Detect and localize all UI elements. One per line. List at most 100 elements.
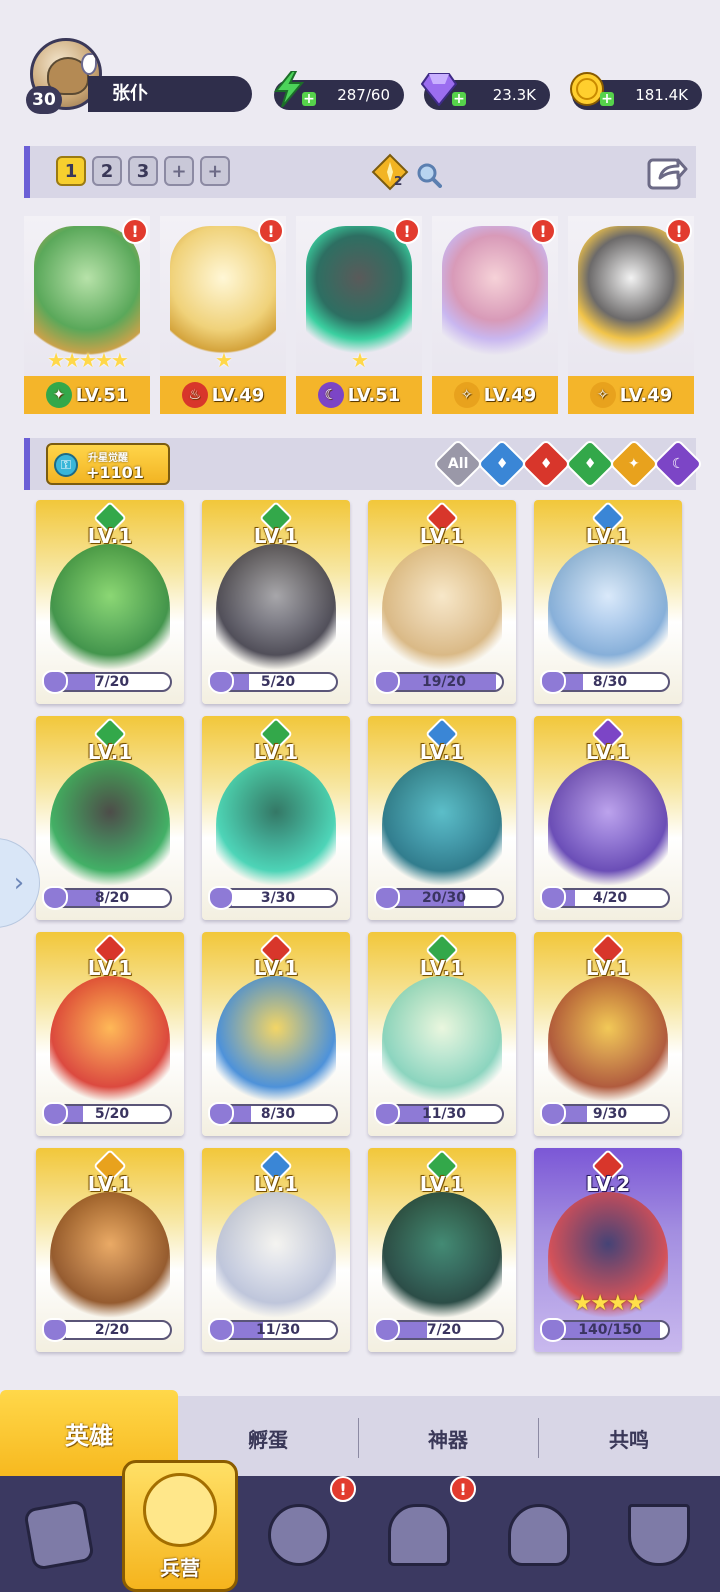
top-bar: 30 张仆 287/60 + 23.3K + 181.4K + [0, 0, 720, 140]
hero-card[interactable]: LV.1 20/30 [368, 716, 516, 920]
hero-portrait [216, 544, 336, 674]
player-name[interactable]: 张仆 [88, 76, 252, 112]
nav-barracks[interactable]: 兵营 [122, 1460, 238, 1592]
team-hero-slot-3[interactable]: ★ ☾ LV.51 [296, 216, 422, 414]
shard-icon [42, 670, 68, 694]
shard-count: 3/30 [260, 890, 296, 906]
tab-hatch[interactable]: 孵蛋 [178, 1418, 358, 1458]
hero-card[interactable]: LV.1 4/20 [534, 716, 682, 920]
hero-card[interactable]: LV.1 9/30 [534, 932, 682, 1136]
hero-portrait [548, 760, 668, 890]
hero-card[interactable]: LV.1 11/30 [368, 932, 516, 1136]
team-hero-slot-1[interactable]: ★★★★★ ✦ LV.51 [24, 216, 150, 414]
shard-count: 140/150 [578, 1322, 642, 1338]
nav-guild[interactable] [494, 1490, 584, 1580]
hero-portrait [216, 760, 336, 890]
shard-count: 5/20 [94, 1106, 130, 1122]
gold-value: 181.4K [635, 86, 688, 104]
hero-card[interactable]: LV.1 5/20 [36, 932, 184, 1136]
hero-card[interactable]: LV.1 8/20 [36, 716, 184, 920]
team-bonus-area[interactable]: 2 [370, 152, 450, 192]
barracks-icon [143, 1473, 217, 1547]
magnifier-icon[interactable] [416, 162, 442, 188]
shard-icon [42, 1102, 68, 1126]
hero-card[interactable]: LV.2 ★★★★ 140/150 [534, 1148, 682, 1352]
team-tab-add-2[interactable]: + [200, 156, 230, 186]
gem-value: 23.3K [492, 86, 536, 104]
hero-portrait [442, 226, 548, 356]
gem-add-button[interactable]: + [452, 92, 466, 106]
awaken-label: 升星觉醒 [88, 453, 128, 464]
team-hero-slot-4[interactable]: ✧ LV.49 [432, 216, 558, 414]
star-awaken-button[interactable]: ⚿ 升星觉醒 +1101 [46, 443, 170, 485]
share-icon [647, 158, 688, 190]
shard-icon [208, 1318, 234, 1342]
nav-map[interactable] [254, 1490, 344, 1580]
nav-clan[interactable] [614, 1490, 704, 1580]
hero-card[interactable]: LV.1 3/30 [202, 716, 350, 920]
shard-icon [540, 1318, 566, 1342]
light-element-icon: ✧ [589, 382, 616, 408]
hero-level-band: ✧ LV.49 [432, 376, 558, 414]
energy-add-button[interactable]: + [302, 92, 316, 106]
hero-card[interactable]: LV.1 8/30 [202, 932, 350, 1136]
filter-light-icon[interactable]: ✦ [608, 438, 660, 490]
team-tab-2[interactable]: 2 [92, 156, 122, 186]
shard-count: 4/20 [592, 890, 628, 906]
chevron-right-icon: › [13, 868, 25, 898]
shard-progress-bar: 8/30 [218, 1104, 338, 1124]
shard-count: 7/20 [426, 1322, 462, 1338]
team-tab-add-1[interactable]: + [164, 156, 194, 186]
shard-count: 11/30 [255, 1322, 301, 1338]
team-slot-4-alert-icon: ! [530, 218, 556, 244]
hero-level: LV.1 [253, 1172, 299, 1196]
shard-progress-bar: 11/30 [218, 1320, 338, 1340]
hero-level: LV.51 [347, 384, 401, 406]
filter-all-button[interactable]: All [432, 438, 484, 490]
hero-level: LV.1 [87, 956, 133, 980]
tab-artifacts[interactable]: 神器 [358, 1418, 538, 1458]
hero-card[interactable]: LV.1 7/20 [368, 1148, 516, 1352]
nav-cards[interactable] [14, 1490, 104, 1580]
hero-portrait [216, 976, 336, 1106]
hero-card[interactable]: LV.1 7/20 [36, 500, 184, 704]
shard-progress-bar: 2/20 [52, 1320, 172, 1340]
shard-progress-bar: 7/20 [384, 1320, 504, 1340]
filter-water-icon[interactable]: ♦ [476, 438, 528, 490]
hero-card[interactable]: LV.1 5/20 [202, 500, 350, 704]
team-slot-5-alert-icon: ! [666, 218, 692, 244]
team-bonus-count: 2 [394, 174, 403, 188]
hero-level: LV.1 [419, 1172, 465, 1196]
tab-resonance[interactable]: 共鸣 [538, 1418, 720, 1458]
team-hero-slot-5[interactable]: ✧ LV.49 [568, 216, 694, 414]
hero-card[interactable]: LV.1 19/20 [368, 500, 516, 704]
hero-portrait [50, 760, 170, 890]
shard-count: 8/20 [94, 890, 130, 906]
hero-card[interactable]: LV.1 8/30 [534, 500, 682, 704]
filter-dark-icon[interactable]: ☾ [652, 438, 704, 490]
hero-portrait [382, 976, 502, 1106]
shard-progress-bar: 9/30 [550, 1104, 670, 1124]
side-expand-button[interactable]: › [0, 838, 40, 928]
filter-fire-icon[interactable]: ♦ [520, 438, 572, 490]
hero-level: LV.1 [253, 524, 299, 548]
hero-portrait [216, 1192, 336, 1322]
gold-add-button[interactable]: + [600, 92, 614, 106]
shard-count: 8/30 [592, 674, 628, 690]
team-tab-1[interactable]: 1 [56, 156, 86, 186]
sub-tab-bar: 英雄 孵蛋 神器 共鸣 [0, 1390, 720, 1476]
hero-card[interactable]: LV.1 2/20 [36, 1148, 184, 1352]
nav-temple[interactable] [374, 1490, 464, 1580]
team-hero-slot-2[interactable]: ★ ♨ LV.49 [160, 216, 286, 414]
nav-barracks-label: 兵营 [160, 1556, 200, 1580]
hero-stars: ★★★★ [572, 1291, 646, 1316]
hero-card[interactable]: LV.1 11/30 [202, 1148, 350, 1352]
hero-level: LV.49 [211, 384, 265, 406]
shard-icon [540, 670, 566, 694]
team-slot-3-alert-icon: ! [394, 218, 420, 244]
team-tab-3[interactable]: 3 [128, 156, 158, 186]
share-button[interactable] [646, 152, 688, 192]
filter-bar: ⚿ 升星觉醒 +1101 All ♦ ♦ ♦ ✦ ☾ [24, 438, 704, 490]
filter-nature-icon[interactable]: ♦ [564, 438, 616, 490]
hero-portrait [548, 544, 668, 674]
